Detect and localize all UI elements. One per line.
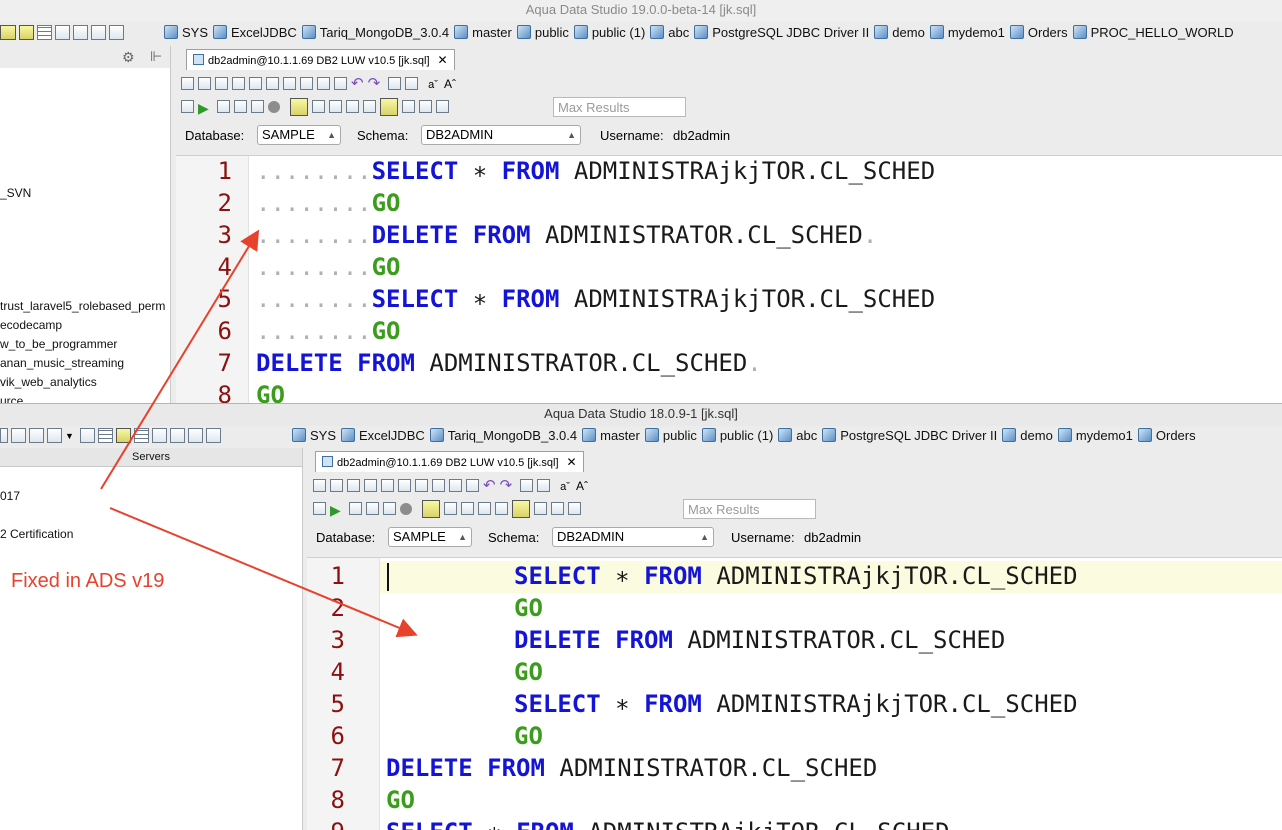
annotation-arrows [100, 229, 418, 638]
arrow-to-top-editor [100, 229, 260, 490]
annotation-text: Fixed in ADS v19 [11, 570, 165, 592]
